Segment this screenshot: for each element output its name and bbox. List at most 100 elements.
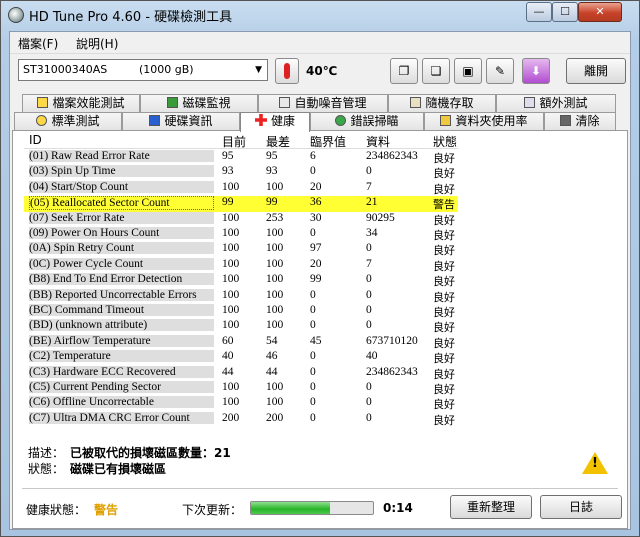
thermometer-icon[interactable] [275, 58, 299, 84]
table-row[interactable]: (03) Spin Up Time 93 93 0 0 良好 [24, 165, 458, 180]
cell-status: 良好 [433, 321, 455, 335]
table-row[interactable]: (BC) Command Timeout 100 100 0 0 良好 [24, 304, 458, 319]
cell-threshold: 0 [310, 304, 316, 316]
table-row[interactable]: (BD) (unknown attribute) 100 100 0 0 良好 [24, 319, 458, 334]
cell-current: 100 [222, 211, 240, 224]
table-row[interactable]: (B8) End To End Error Detection 100 100 99 0… [24, 273, 458, 288]
status-bar: 健康狀態： 警告 下次更新： 0:14 重新整理 日誌 [10, 492, 630, 524]
window-title: HD Tune Pro 4.60 - 硬碟檢測工具 [29, 10, 233, 25]
cell-data: 7 [366, 257, 372, 270]
table-row[interactable]: (0A) Spin Retry Count 100 100 97 0 良好 [24, 242, 458, 257]
cell-worst: 95 [266, 150, 278, 162]
table-row[interactable]: (BB) Reported Uncorrectable Errors 100 100… [24, 288, 458, 304]
close-button[interactable]: ✕ [578, 2, 622, 22]
cell-worst: 46 [266, 350, 278, 363]
header-current[interactable]: 目前 [222, 133, 246, 150]
table-row[interactable]: (C5) Current Pending Sector 100 100 0 0 良好 [24, 381, 458, 396]
header-id[interactable]: ID [29, 133, 42, 147]
tab-error-scan[interactable]: 錯誤掃瞄 [310, 112, 424, 130]
table-row[interactable]: (C6) Offline Uncorrectable 100 100 0 0 良好 [24, 396, 458, 411]
random-icon [410, 97, 422, 108]
header-threshold[interactable]: 臨界值 [310, 133, 346, 150]
maximize-button[interactable]: ☐ [552, 2, 578, 22]
cell-status: 良好 [433, 367, 455, 381]
table-row[interactable]: (07) Seek Error Rate 100 253 30 90295 良好 [24, 211, 458, 227]
magnifier-icon [335, 115, 347, 126]
tab-file-benchmark[interactable]: 檔案效能測試 [22, 94, 140, 112]
details-area: 描述： 已被取代的損壞磁區數量：21 狀態： 磁碟已有損壞磁區 [12, 442, 628, 486]
exit-button[interactable]: 離開 [566, 58, 626, 84]
tab-row-top: 檔案效能測試 磁碟監視 自動噪音管理 隨機存取 額外測試 [10, 94, 630, 112]
save-button[interactable]: ▣ [454, 58, 482, 84]
cell-threshold: 30 [310, 211, 322, 224]
cell-status: 良好 [433, 259, 455, 273]
cell-data: 7 [366, 180, 372, 193]
cell-worst: 100 [266, 180, 284, 193]
table-row[interactable]: (C3) Hardware ECC Recovered 44 44 0 23486234… [24, 365, 458, 381]
cell-threshold: 0 [310, 350, 316, 363]
cell-worst: 100 [266, 257, 284, 270]
toolbar: ST31000340AS (1000 gB) ▼ 40℃ ❐ ❏ ▣ ✎ ⬇ 離… [10, 53, 630, 87]
table-row[interactable]: (0C) Power Cycle Count 100 100 20 7 良好 [24, 257, 458, 273]
cell-worst: 100 [266, 319, 284, 332]
cell-id: (09) Power On Hours Count [29, 227, 214, 239]
save-icon: ▣ [462, 64, 474, 78]
cell-id: (03) Spin Up Time [29, 165, 214, 178]
table-row[interactable]: (09) Power On Hours Count 100 100 0 34 良好 [24, 227, 458, 242]
monitor-icon [167, 97, 179, 108]
countdown-timer: 0:14 [383, 501, 413, 515]
header-status[interactable]: 狀態 [433, 133, 457, 150]
drive-select[interactable]: ST31000340AS (1000 gB) ▼ [18, 59, 268, 81]
tab-health[interactable]: 健康 [240, 112, 310, 132]
options-button[interactable]: ✎ [486, 58, 514, 84]
cell-status: 良好 [433, 290, 455, 304]
drive-name: ST31000340AS [23, 63, 108, 76]
cell-id: (C5) Current Pending Sector [29, 381, 214, 393]
menu-file[interactable]: 檔案(F) [18, 35, 58, 52]
cell-current: 100 [222, 180, 240, 193]
table-row[interactable]: (C7) Ultra DMA CRC Error Count 200 200 0 0 良好 [24, 411, 458, 427]
minimize-button[interactable]: — [526, 2, 552, 22]
table-row[interactable]: (01) Raw Read Error Rate 95 95 6 234862343 良好 [24, 150, 458, 165]
tab-disk-monitor[interactable]: 磁碟監視 [140, 94, 258, 112]
header-worst[interactable]: 最差 [266, 133, 290, 150]
table-row[interactable]: (BE) Airflow Temperature 60 54 45 673710120 良… [24, 334, 458, 350]
tab-random-access[interactable]: 隨機存取 [388, 94, 496, 112]
cell-worst: 100 [266, 396, 284, 409]
tab-extra-tests[interactable]: 額外測試 [496, 94, 616, 112]
next-update-label: 下次更新： [182, 503, 243, 517]
copy-screen-button[interactable]: ❏ [422, 58, 450, 84]
app-icon [8, 7, 24, 23]
tab-benchmark[interactable]: 標準測試 [14, 112, 122, 130]
tab-info[interactable]: 硬碟資訊 [122, 112, 240, 130]
cell-data: 0 [366, 165, 372, 178]
cell-data: 234862343 [366, 150, 418, 162]
cell-current: 60 [222, 334, 234, 347]
table-row[interactable]: (05) Reallocated Sector Count 99 99 36 21 警告 [24, 196, 458, 212]
extra-icon [524, 97, 536, 108]
cell-data: 0 [366, 273, 372, 286]
info-icon [149, 115, 161, 126]
table-row[interactable]: (C2) Temperature 40 46 0 40 良好 [24, 350, 458, 365]
health-cross-icon [254, 114, 267, 126]
cell-current: 100 [222, 304, 240, 316]
header-data[interactable]: 資料 [366, 133, 390, 150]
cell-status: 良好 [433, 152, 455, 165]
title-bar[interactable]: HD Tune Pro 4.60 - 硬碟檢測工具 — ☐ ✕ [1, 1, 639, 29]
tab-folder-usage[interactable]: 資料夾使用率 [424, 112, 544, 130]
description-value: 已被取代的損壞磁區數量：21 [70, 446, 231, 460]
folder-icon [440, 115, 452, 126]
cell-id: (B8) End To End Error Detection [29, 273, 214, 286]
health-status-value: 警告 [94, 503, 119, 517]
download-button[interactable]: ⬇ [522, 58, 550, 84]
tab-erase[interactable]: 清除 [544, 112, 616, 130]
cell-current: 100 [222, 273, 240, 286]
cell-id: (BD) (unknown attribute) [29, 319, 214, 332]
cell-worst: 93 [266, 165, 278, 178]
refresh-button[interactable]: 重新整理 [450, 495, 532, 519]
log-button[interactable]: 日誌 [540, 495, 622, 519]
copy-info-button[interactable]: ❐ [390, 58, 418, 84]
menu-help[interactable]: 說明(H) [76, 35, 118, 52]
table-row[interactable]: (04) Start/Stop Count 100 100 20 7 良好 [24, 180, 458, 196]
tab-aam[interactable]: 自動噪音管理 [258, 94, 388, 112]
